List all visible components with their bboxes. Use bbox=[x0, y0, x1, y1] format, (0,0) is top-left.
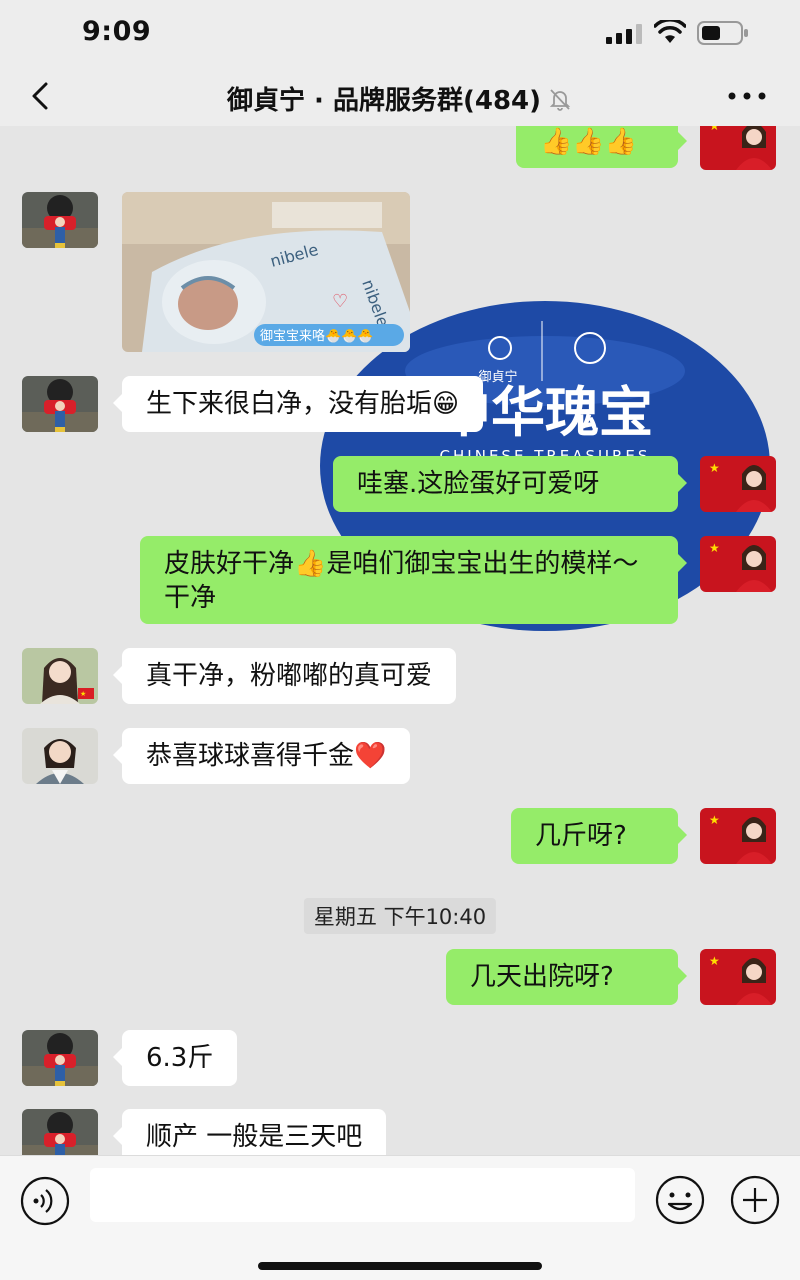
avatar-self[interactable]: ★ bbox=[700, 126, 776, 170]
message-text: 顺产 一般是三天吧 bbox=[146, 1122, 363, 1152]
message-text: 哇塞.这脸蛋好可爱呀 bbox=[357, 469, 600, 499]
message-text: 几斤呀? bbox=[535, 821, 627, 851]
message-bubble-other[interactable]: 真干净，粉嘟嘟的真可爱 bbox=[112, 648, 457, 704]
voice-icon[interactable] bbox=[20, 1176, 70, 1226]
wifi-icon bbox=[654, 20, 686, 43]
message-bubble-other[interactable]: 6.3斤 bbox=[112, 1030, 238, 1086]
avatar-member-woman-2[interactable] bbox=[22, 728, 98, 784]
header-title-inner: 御貞宁 · 品牌服务群(484) bbox=[227, 80, 573, 117]
plus-icon[interactable] bbox=[729, 1174, 781, 1226]
battery-icon bbox=[697, 21, 748, 45]
status-time: 9:09 bbox=[82, 16, 152, 47]
message-bubble-other[interactable]: 恭喜球球喜得千金❤️ bbox=[112, 728, 411, 784]
svg-text:★: ★ bbox=[709, 126, 720, 133]
message-bubble-self[interactable]: 皮肤好干净👍是咱们御宝宝出生的模样～干净 bbox=[140, 536, 687, 624]
avatar-member-panda[interactable] bbox=[22, 376, 98, 432]
avatar-self[interactable]: ★ bbox=[700, 456, 776, 512]
chat-area[interactable]: 御貞宁 中华瑰宝 CHINESE TREASURES 👍👍👍 ★ bbox=[0, 126, 800, 1155]
avatar-self[interactable]: ★ bbox=[700, 536, 776, 592]
message-text: 几天出院呀? bbox=[470, 962, 614, 992]
message-bubble-other[interactable]: 顺产 一般是三天吧 bbox=[112, 1109, 387, 1155]
message-text: 皮肤好干净👍是咱们御宝宝出生的模样～干净 bbox=[164, 549, 639, 613]
message-bubble-other[interactable]: 生下来很白净，没有胎垢😁 bbox=[112, 376, 484, 432]
chat-title: 御貞宁 · 品牌服务群(484) bbox=[226, 86, 542, 116]
avatar-member-panda[interactable] bbox=[22, 1030, 98, 1086]
avatar-self[interactable]: ★ bbox=[700, 808, 776, 864]
message-text: 👍👍👍 bbox=[540, 127, 638, 157]
home-indicator bbox=[258, 1262, 542, 1270]
message-photo[interactable]: nibele nibele ♡ 御宝宝来咯🐣🐣🐣 bbox=[122, 192, 410, 352]
status-bar: 9:09 bbox=[0, 0, 800, 66]
photo-caption: 御宝宝来咯🐣🐣🐣 bbox=[260, 328, 374, 344]
timestamp-divider: 星期五 下午10:40 bbox=[303, 898, 497, 934]
message-bubble-self[interactable]: 几斤呀? bbox=[511, 808, 687, 864]
header-title-wrap: 御貞宁 · 品牌服务群(484) bbox=[0, 80, 800, 117]
emoji-icon[interactable] bbox=[654, 1174, 706, 1226]
avatar-self[interactable]: ★ bbox=[700, 949, 776, 1005]
svg-text:★: ★ bbox=[709, 541, 720, 555]
message-text: 生下来很白净，没有胎垢😁 bbox=[146, 389, 460, 419]
message-bubble-self[interactable]: 👍👍👍 bbox=[516, 126, 687, 168]
signal-icon bbox=[606, 24, 642, 44]
avatar-member-panda[interactable] bbox=[22, 192, 98, 248]
svg-text:♡: ♡ bbox=[332, 291, 348, 312]
message-bubble-self[interactable]: 哇塞.这脸蛋好可爱呀 bbox=[333, 456, 687, 512]
svg-text:★: ★ bbox=[709, 461, 720, 475]
message-text: 6.3斤 bbox=[146, 1043, 214, 1073]
svg-text:★: ★ bbox=[709, 954, 720, 968]
mute-icon bbox=[549, 88, 571, 111]
avatar-member-panda[interactable] bbox=[22, 1109, 98, 1155]
avatar-member-woman-1[interactable]: ★ bbox=[22, 648, 98, 704]
message-text: 恭喜球球喜得千金❤️ bbox=[146, 741, 387, 771]
input-bar bbox=[0, 1155, 800, 1280]
message-bubble-self[interactable]: 几天出院呀? bbox=[446, 949, 687, 1005]
svg-text:★: ★ bbox=[80, 690, 86, 698]
message-input[interactable] bbox=[90, 1168, 635, 1222]
more-icon[interactable] bbox=[724, 86, 770, 106]
message-text: 真干净，粉嘟嘟的真可爱 bbox=[146, 661, 433, 691]
svg-text:★: ★ bbox=[709, 813, 720, 827]
nav-bar: 御貞宁 · 品牌服务群(484) bbox=[0, 66, 800, 126]
